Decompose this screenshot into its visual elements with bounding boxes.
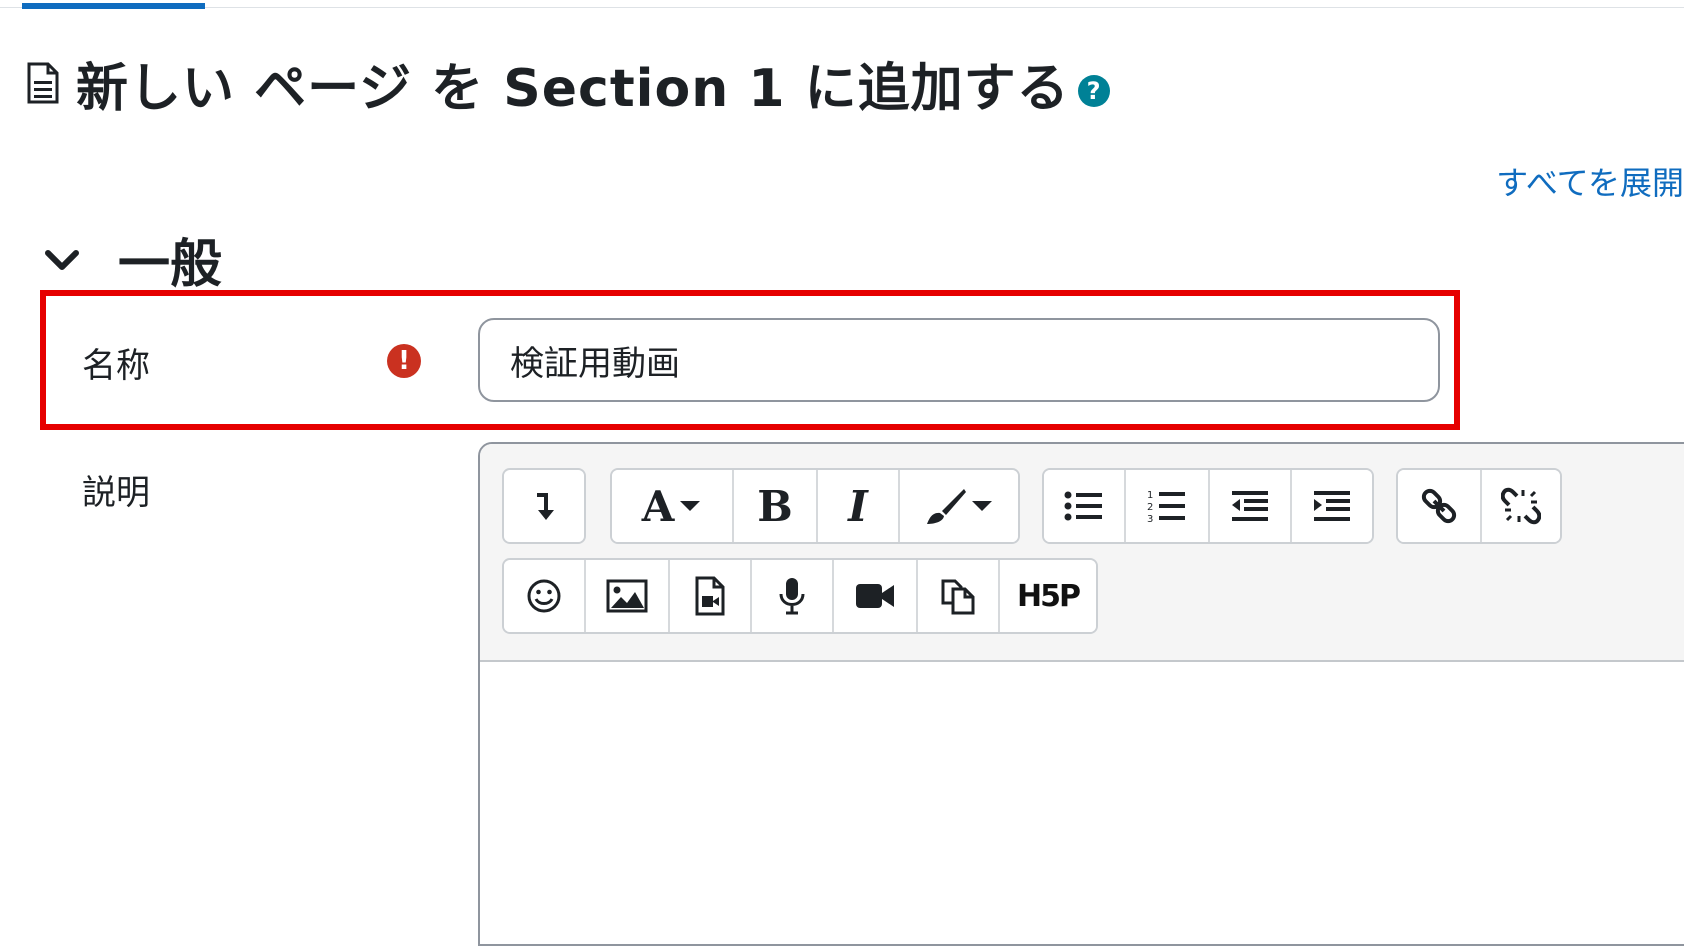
- record-video-button[interactable]: [834, 560, 918, 632]
- ordered-list-button[interactable]: 1 2 3: [1126, 470, 1210, 542]
- section-title: 一般: [118, 235, 223, 295]
- emoji-button[interactable]: [504, 560, 586, 632]
- indent-button[interactable]: [1292, 470, 1372, 542]
- expand-all-link[interactable]: すべてを展開: [1496, 158, 1684, 204]
- italic-button[interactable]: I: [818, 470, 900, 542]
- chevron-down-icon[interactable]: [40, 238, 84, 282]
- description-editor[interactable]: A B I 1 2 3 H5P: [478, 442, 1684, 946]
- toolbar-group-media: H5P: [502, 558, 1098, 634]
- bold-icon: B: [757, 481, 793, 531]
- toolbar-group-text: A B I: [610, 468, 1020, 544]
- unlink-icon: [1501, 487, 1541, 525]
- bold-button[interactable]: B: [734, 470, 818, 542]
- brush-icon: [927, 489, 966, 524]
- microphone-icon: [779, 578, 805, 615]
- exclamation-circle-icon: !: [387, 344, 421, 378]
- emoji-icon: [527, 579, 561, 613]
- font-style-icon: A: [641, 481, 675, 531]
- svg-text:3: 3: [1147, 514, 1153, 524]
- general-section-header[interactable]: 一般: [40, 222, 222, 297]
- unlink-button[interactable]: [1482, 470, 1560, 542]
- editor-toolbar: A B I 1 2 3 H5P: [480, 444, 1684, 662]
- image-button[interactable]: [586, 560, 670, 632]
- collapse-arrow-icon: [537, 493, 554, 520]
- indent-icon: [1314, 491, 1350, 521]
- outdent-icon: [1232, 491, 1268, 521]
- video-camera-icon: [856, 584, 894, 608]
- manage-files-button[interactable]: [918, 560, 1000, 632]
- editor-content-area[interactable]: [480, 662, 1684, 944]
- page-header: 新しい ページ を Section 1 に追加する ?: [26, 48, 1110, 119]
- unordered-list-icon: [1064, 491, 1102, 521]
- h5p-icon: H5P: [1017, 578, 1081, 614]
- outdent-button[interactable]: [1210, 470, 1292, 542]
- question-circle-icon[interactable]: ?: [1077, 75, 1110, 107]
- page-document-icon: [27, 62, 59, 104]
- description-label: 説明: [82, 473, 150, 513]
- manage-files-icon: [941, 579, 975, 615]
- record-audio-button[interactable]: [752, 560, 834, 632]
- h5p-button[interactable]: H5P: [1000, 560, 1096, 632]
- active-tab-indicator: [22, 3, 205, 9]
- image-icon: [606, 579, 648, 613]
- toolbar-group-links: [1396, 468, 1562, 544]
- link-icon: [1421, 488, 1457, 524]
- italic-icon: I: [848, 481, 868, 531]
- svg-text:1: 1: [1147, 490, 1153, 501]
- media-file-icon: [695, 576, 725, 616]
- media-file-button[interactable]: [670, 560, 752, 632]
- font-style-button[interactable]: A: [612, 470, 734, 542]
- page-title: 新しい ページ を Section 1 に追加する: [76, 58, 1070, 119]
- name-label: 名称: [82, 346, 150, 386]
- name-input[interactable]: [478, 318, 1440, 402]
- collapse-button[interactable]: [504, 470, 584, 542]
- ordered-list-icon: 1 2 3: [1147, 490, 1185, 524]
- svg-text:2: 2: [1147, 502, 1153, 513]
- top-divider: [0, 7, 1684, 8]
- toolbar-group-lists: 1 2 3: [1042, 468, 1374, 544]
- link-button[interactable]: [1398, 470, 1482, 542]
- toolbar-group-collapse: [502, 468, 586, 544]
- brush-button[interactable]: [900, 470, 1018, 542]
- unordered-list-button[interactable]: [1044, 470, 1126, 542]
